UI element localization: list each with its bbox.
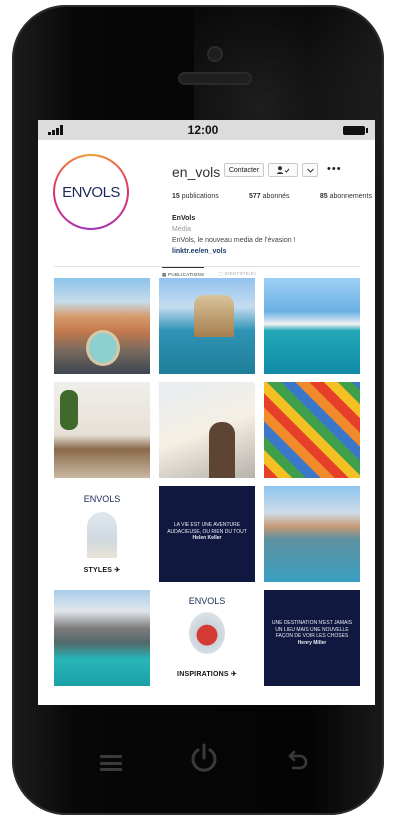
person-check-icon [276, 166, 290, 174]
screen: 12:00 ENVOLS en_vols Contacter ••• 15 pu… [38, 120, 375, 705]
post-airplane-boarding[interactable] [159, 382, 255, 478]
publications-label: publications [181, 193, 219, 200]
followers-label: abonnés [262, 193, 290, 200]
avatar-logo-text: ENVOLS [62, 183, 120, 201]
stat-following[interactable]: 85 abonnements [320, 193, 372, 200]
profile-header: ENVOLS en_vols Contacter ••• 15 publicat… [38, 140, 375, 277]
post-quote-keller[interactable]: LA VIE EST UNE AVENTURE AUDACIEUSE, OU R… [159, 486, 255, 582]
post-inspirations[interactable]: ENVOLS INSPIRATIONS ✈ [159, 590, 255, 686]
stat-publications[interactable]: 15 publications [172, 193, 219, 200]
post-styles-logo: ENVOLS [83, 494, 121, 504]
dropdown-button[interactable] [302, 163, 318, 177]
tab-publications[interactable]: ▦ PUBLICATIONS [162, 267, 205, 278]
profile-stats: 15 publications 577 abonnés 85 abonnemen… [172, 193, 372, 200]
following-count: 85 [319, 193, 328, 200]
profile-tabs: ▦ PUBLICATIONS ▢ IDENTIFIÉ(E) [162, 267, 256, 278]
menu-icon[interactable] [100, 755, 122, 771]
profile-bio: EnVols Média EnVols, le nouveau media de… [172, 213, 296, 257]
post-inspirations-photo [189, 612, 225, 654]
contact-button-label: Contacter [228, 166, 260, 174]
tagged-icon: ▢ [218, 271, 223, 276]
earpiece-speaker [180, 74, 250, 83]
post-venice-canal[interactable] [264, 486, 360, 582]
power-icon[interactable] [188, 742, 220, 774]
post-inspirations-logo: ENVOLS [188, 596, 226, 606]
publications-count: 15 [172, 193, 180, 200]
bio-name: EnVols [172, 215, 196, 222]
following-label: abonnements [329, 193, 372, 200]
quote-miller-author: Henry Miller [297, 639, 327, 646]
post-styles[interactable]: ENVOLS STYLES ✈ [54, 486, 150, 582]
posts-grid: ENVOLS STYLES ✈ LA VIE EST UNE AVENTURE … [54, 278, 360, 686]
post-quote-miller[interactable]: UNE DESTINATION N'EST JAMAIS UN LIEU MAI… [264, 590, 360, 686]
more-options-button[interactable]: ••• [327, 163, 342, 175]
post-rome-piazza[interactable] [54, 278, 150, 374]
quote-keller-author: Helen Keller [192, 535, 222, 541]
follow-button[interactable] [268, 163, 298, 177]
post-mountain-lake[interactable] [54, 590, 150, 686]
contact-button[interactable]: Contacter [224, 163, 264, 177]
post-coastal-castle[interactable] [159, 278, 255, 374]
followers-count: 577 [249, 193, 261, 200]
status-bar: 12:00 [38, 120, 375, 140]
quote-miller-text: UNE DESTINATION N'EST JAMAIS UN LIEU MAI… [271, 620, 353, 639]
bio-link[interactable]: linktr.ee/en_vols [172, 246, 296, 257]
back-icon[interactable] [285, 750, 309, 772]
post-inspirations-label: INSPIRATIONS ✈ [177, 671, 237, 678]
signal-icon [48, 125, 63, 135]
profile-avatar[interactable]: ENVOLS [53, 154, 129, 230]
battery-icon [342, 125, 368, 135]
post-harbor-boats[interactable] [264, 278, 360, 374]
username: en_vols [172, 164, 221, 180]
tab-publications-label: PUBLICATIONS [168, 272, 205, 277]
tab-tagged-label: IDENTIFIÉ(E) [224, 271, 256, 276]
quote-miller: UNE DESTINATION N'EST JAMAIS UN LIEU MAI… [270, 620, 354, 646]
device-buttons [0, 730, 395, 790]
front-camera [209, 48, 221, 60]
post-styles-photo [87, 512, 117, 558]
quote-keller-text: LA VIE EST UNE AVENTURE AUDACIEUSE, OU R… [167, 522, 247, 535]
post-styles-label: STYLES ✈ [83, 567, 121, 574]
bio-category: Média [172, 226, 192, 233]
grid-icon: ▦ [162, 272, 167, 277]
bio-description: EnVols, le nouveau media de l'évasion ! [172, 237, 296, 244]
stat-followers[interactable]: 577 abonnés [249, 193, 290, 200]
chevron-down-icon [306, 168, 314, 173]
quote-keller: LA VIE EST UNE AVENTURE AUDACIEUSE, OU R… [165, 522, 249, 542]
avatar-logo: ENVOLS [55, 156, 127, 228]
post-interior-room[interactable] [54, 382, 150, 478]
status-time: 12:00 [187, 123, 219, 137]
post-market-spices[interactable] [264, 382, 360, 478]
tab-tagged[interactable]: ▢ IDENTIFIÉ(E) [218, 267, 255, 278]
